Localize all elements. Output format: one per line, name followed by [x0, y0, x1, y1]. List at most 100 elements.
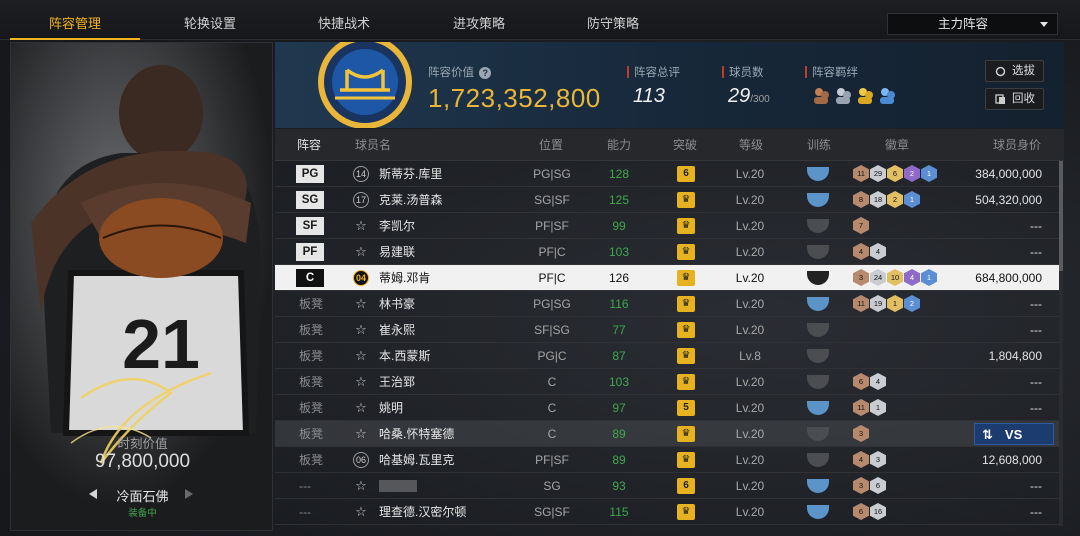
player-value: --- [1030, 245, 1042, 259]
tab-offense-strategy[interactable]: 进攻策略 [414, 0, 544, 40]
bond-icon-2 [836, 88, 851, 104]
player-star-icon: ☆ [355, 478, 367, 493]
player-count: 29/300 [728, 85, 770, 107]
table-row[interactable]: 板凳 ☆ 姚明 C 97 5 Lv.20 11 1 --- [275, 395, 1059, 421]
player-name: 哈基姆.瓦里克 [379, 453, 455, 467]
player-name: 哈桑.怀特塞德 [379, 427, 455, 441]
training-shield-icon[interactable] [807, 427, 829, 441]
table-row[interactable]: 板凳 ☆ 哈桑.怀特塞德 C 89 ♛ Lv.20 3 [275, 421, 1059, 447]
player-value: 12,608,000 [981, 453, 1042, 467]
player-value: 1,804,800 [988, 349, 1042, 363]
training-shield-icon[interactable] [807, 349, 829, 363]
table-row[interactable]: PF ☆ 易建联 PF|C 103 ♛ Lv.20 4 4 --- [275, 239, 1059, 265]
team-rating-label: 阵容总评 [627, 64, 680, 80]
col-player-name[interactable]: 球员名 [355, 129, 391, 161]
player-name: 理查德.汉密尔顿 [379, 505, 467, 519]
lineup-select-value: 主力阵容 [938, 17, 989, 31]
badge-list: 7 [853, 217, 870, 235]
training-shield-icon[interactable] [807, 375, 829, 389]
badge-icon: 11 [853, 399, 869, 416]
player-position: C [547, 427, 557, 441]
breakthrough-crown-icon[interactable]: ♛ [677, 192, 695, 208]
breakthrough-crown-icon[interactable]: ♛ [677, 374, 695, 390]
table-scroll-thumb[interactable] [1059, 161, 1063, 271]
training-shield-icon[interactable] [807, 167, 829, 181]
player-level: Lv.20 [735, 323, 765, 337]
training-shield-icon[interactable] [807, 219, 829, 233]
player-level: Lv.20 [735, 505, 765, 519]
table-row[interactable]: SF ☆ 李凯尔 PF|SF 99 ♛ Lv.20 7 --- [275, 213, 1059, 239]
table-row[interactable]: C 04 蒂姆.邓肯 PF|C 126 ♛ Lv.20 3 24 10 4 1 684,800,000 [275, 265, 1059, 291]
table-row[interactable]: 板凳 ☆ 林书豪 PG|SG 116 ♛ Lv.20 11 19 1 2 --- [275, 291, 1059, 317]
lineup-select-dropdown[interactable]: 主力阵容 [887, 13, 1058, 35]
breakthrough-crown-icon[interactable]: 6 [677, 166, 695, 182]
training-shield-icon[interactable] [807, 193, 829, 207]
breakthrough-crown-icon[interactable]: 6 [677, 478, 695, 494]
badge-icon: 8 [853, 191, 869, 208]
col-training[interactable]: 训练 [807, 129, 831, 161]
col-level[interactable]: 等级 [739, 129, 763, 161]
player-name-hidden [379, 480, 417, 492]
breakthrough-crown-icon[interactable]: ♛ [677, 348, 695, 364]
team-value: 1,723,352,800 [428, 83, 601, 113]
player-value: --- [1030, 323, 1042, 337]
col-ability[interactable]: 能力 [607, 129, 631, 161]
breakthrough-crown-icon[interactable]: ♛ [677, 296, 695, 312]
training-shield-icon[interactable] [807, 453, 829, 467]
select-button[interactable]: 选拔 [985, 60, 1044, 82]
badge-icon: 18 [870, 191, 886, 208]
player-level: Lv.20 [735, 427, 765, 441]
training-shield-icon[interactable] [807, 479, 829, 493]
player-level: Lv.20 [735, 193, 765, 207]
col-player-value[interactable]: 球员身价 [993, 129, 1041, 161]
training-shield-icon[interactable] [807, 271, 829, 285]
next-card-arrow-icon[interactable] [185, 489, 193, 499]
team-bond-icons[interactable] [811, 86, 901, 106]
training-shield-icon[interactable] [807, 323, 829, 337]
breakthrough-crown-icon[interactable]: ♛ [677, 504, 695, 520]
recycle-button[interactable]: 回收 [985, 88, 1044, 110]
tab-quick-tactics[interactable]: 快捷战术 [279, 0, 409, 40]
tab-rotation-settings[interactable]: 轮换设置 [145, 0, 275, 40]
compare-vs-button[interactable]: ⇅ VS [974, 423, 1054, 445]
table-row[interactable]: 板凳 ☆ 崔永熙 SF|SG 77 ♛ Lv.20 --- [275, 317, 1059, 343]
help-icon[interactable]: ? [479, 67, 492, 79]
player-moment-card[interactable]: 21 时刻价值 97,800,000 冷面石佛 装备中 [10, 42, 273, 531]
warriors-logo-icon [318, 42, 412, 128]
bench-slot: --- [299, 479, 311, 493]
training-shield-icon[interactable] [807, 505, 829, 519]
recycle-icon [995, 94, 1005, 104]
breakthrough-crown-icon[interactable]: ♛ [677, 244, 695, 260]
col-position[interactable]: 位置 [539, 129, 563, 161]
col-breakthrough[interactable]: 突破 [673, 129, 697, 161]
lineup-slot: SF [296, 217, 324, 235]
table-row[interactable]: 板凳 06 哈基姆.瓦里克 PF|SF 89 ♛ Lv.20 4 3 12,608,000 [275, 447, 1059, 473]
table-row[interactable]: --- ☆ SG 93 6 Lv.20 3 6 --- [275, 473, 1059, 499]
tab-defense-strategy[interactable]: 防守策略 [548, 0, 678, 40]
breakthrough-crown-icon[interactable]: ♛ [677, 426, 695, 442]
col-lineup[interactable]: 阵容 [297, 129, 321, 161]
breakthrough-crown-icon[interactable]: ♛ [677, 322, 695, 338]
badge-icon: 4 [853, 451, 869, 468]
training-shield-icon[interactable] [807, 401, 829, 415]
breakthrough-crown-icon[interactable]: ♛ [677, 270, 695, 286]
player-ability: 89 [612, 427, 626, 441]
breakthrough-crown-icon[interactable]: 5 [677, 400, 695, 416]
badge-icon: 6 [853, 503, 869, 520]
training-shield-icon[interactable] [807, 297, 829, 311]
moment-value-label: 时刻价值 [117, 437, 168, 451]
table-row[interactable]: --- ☆ 理查德.汉密尔顿 SG|SF 115 ♛ Lv.20 6 16 --- [275, 499, 1059, 525]
table-row[interactable]: PG 14 斯蒂芬.库里 PG|SG 128 6 Lv.20 11 29 6 2 1 384,000,0… [275, 161, 1059, 187]
table-row[interactable]: 板凳 ☆ 王治郅 C 103 ♛ Lv.20 6 4 --- [275, 369, 1059, 395]
player-ability: 99 [612, 219, 626, 233]
training-shield-icon[interactable] [807, 245, 829, 259]
tab-lineup-management[interactable]: 阵容管理 [10, 0, 140, 40]
player-position: PF|SF [535, 219, 569, 233]
table-row[interactable]: SG 17 克莱.汤普森 SG|SF 125 ♛ Lv.20 8 18 2 1 504,320,000 [275, 187, 1059, 213]
col-badges[interactable]: 徽章 [885, 129, 909, 161]
table-row[interactable]: 板凳 ☆ 本.西蒙斯 PG|C 87 ♛ Lv.8 1,804,800 [275, 343, 1059, 369]
breakthrough-crown-icon[interactable]: ♛ [677, 218, 695, 234]
breakthrough-crown-icon[interactable]: ♛ [677, 452, 695, 468]
refresh-icon [995, 66, 1006, 77]
player-ability: 97 [612, 401, 626, 415]
